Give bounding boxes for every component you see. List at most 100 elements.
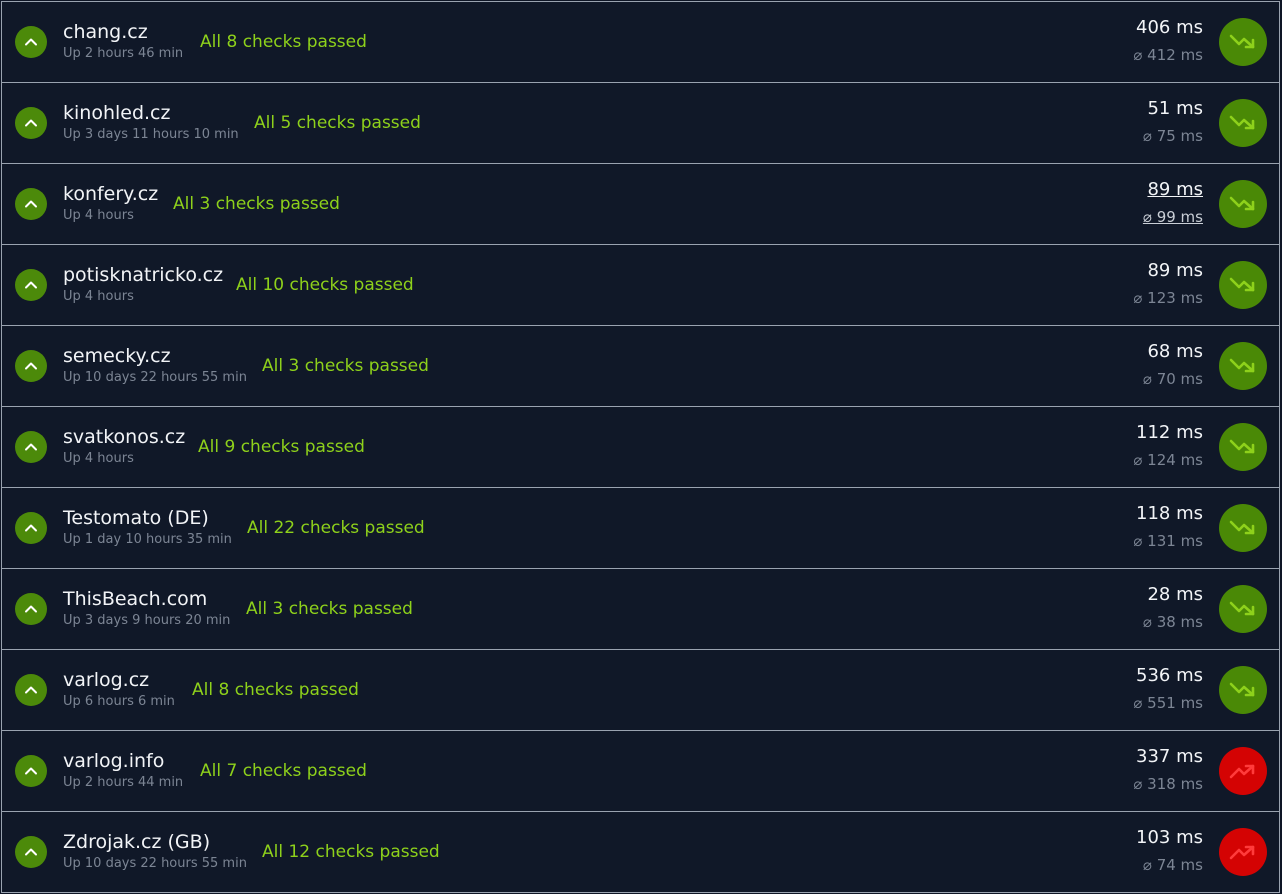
response-current: 28 ms — [1147, 584, 1203, 605]
chevron-up-icon — [15, 350, 47, 382]
uptime-text: Up 4 hours — [63, 208, 134, 223]
uptime-text: Up 10 days 22 hours 55 min — [63, 856, 247, 871]
monitor-info: Testomato (DE) Up 1 day 10 hours 35 min — [63, 506, 232, 549]
monitor-name[interactable]: svatkonos.cz — [63, 425, 185, 449]
monitor-info: potisknatricko.cz Up 4 hours — [63, 263, 223, 306]
uptime-text: Up 4 hours — [63, 289, 134, 304]
monitor-info: konfery.cz Up 4 hours — [63, 182, 158, 225]
trend-down-icon[interactable] — [1219, 585, 1267, 633]
response-average: ⌀ 99 ms — [1142, 208, 1203, 226]
checks-status[interactable]: All 5 checks passed — [254, 112, 421, 134]
uptime-text: Up 2 hours 46 min — [63, 46, 184, 61]
monitor-name[interactable]: Testomato (DE) — [63, 506, 232, 530]
chevron-up-icon — [15, 512, 47, 544]
response-average: ⌀ 131 ms — [1133, 532, 1203, 550]
trend-down-icon[interactable] — [1219, 504, 1267, 552]
response-average: ⌀ 74 ms — [1142, 856, 1203, 874]
monitor-row[interactable]: semecky.cz Up 10 days 22 hours 55 min Al… — [1, 326, 1280, 407]
monitor-row[interactable]: kinohled.cz Up 3 days 11 hours 10 min Al… — [1, 83, 1280, 164]
monitor-info: Zdrojak.cz (GB) Up 10 days 22 hours 55 m… — [63, 830, 247, 873]
checks-status[interactable]: All 7 checks passed — [200, 760, 367, 782]
chevron-up-icon — [15, 188, 47, 220]
monitor-info: varlog.info Up 2 hours 44 min — [63, 749, 183, 792]
response-current: 89 ms — [1147, 179, 1203, 200]
monitor-list: chang.cz Up 2 hours 46 min All 8 checks … — [1, 1, 1280, 893]
monitor-info: ThisBeach.com Up 3 days 9 hours 20 min — [63, 587, 230, 630]
checks-status[interactable]: All 22 checks passed — [247, 517, 425, 539]
trend-down-icon[interactable] — [1219, 180, 1267, 228]
checks-status[interactable]: All 9 checks passed — [198, 436, 365, 458]
monitor-row[interactable]: chang.cz Up 2 hours 46 min All 8 checks … — [1, 2, 1280, 83]
monitor-name[interactable]: varlog.info — [63, 749, 183, 773]
response-current: 103 ms — [1136, 827, 1203, 848]
checks-status[interactable]: All 8 checks passed — [200, 31, 367, 53]
monitor-name[interactable]: kinohled.cz — [63, 101, 239, 125]
monitor-name[interactable]: chang.cz — [63, 20, 183, 44]
response-time[interactable]: 28 ms ⌀ 38 ms — [1143, 583, 1203, 632]
checks-status[interactable]: All 3 checks passed — [262, 355, 429, 377]
trend-down-icon[interactable] — [1219, 342, 1267, 390]
trend-down-icon[interactable] — [1219, 666, 1267, 714]
response-time[interactable]: 68 ms ⌀ 70 ms — [1143, 340, 1203, 389]
response-time[interactable]: 89 ms ⌀ 99 ms — [1143, 178, 1203, 227]
monitor-row[interactable]: Testomato (DE) Up 1 day 10 hours 35 min … — [1, 488, 1280, 569]
chevron-up-icon — [15, 269, 47, 301]
response-average: ⌀ 75 ms — [1142, 127, 1203, 145]
monitor-name[interactable]: Zdrojak.cz (GB) — [63, 830, 247, 854]
trend-down-icon[interactable] — [1219, 423, 1267, 471]
checks-status[interactable]: All 12 checks passed — [262, 841, 440, 863]
trend-up-icon[interactable] — [1219, 747, 1267, 795]
checks-status[interactable]: All 3 checks passed — [246, 598, 413, 620]
response-time[interactable]: 112 ms ⌀ 124 ms — [1133, 421, 1203, 470]
checks-status[interactable]: All 10 checks passed — [236, 274, 414, 296]
response-average: ⌀ 318 ms — [1133, 775, 1203, 793]
response-current: 112 ms — [1136, 422, 1203, 443]
response-current: 51 ms — [1147, 98, 1203, 119]
monitor-row[interactable]: ThisBeach.com Up 3 days 9 hours 20 min A… — [1, 569, 1280, 650]
response-current: 118 ms — [1136, 503, 1203, 524]
chevron-up-icon — [15, 431, 47, 463]
monitor-info: semecky.cz Up 10 days 22 hours 55 min — [63, 344, 247, 387]
response-current: 68 ms — [1147, 341, 1203, 362]
response-time[interactable]: 337 ms ⌀ 318 ms — [1133, 745, 1203, 794]
response-time[interactable]: 118 ms ⌀ 131 ms — [1133, 502, 1203, 551]
response-time[interactable]: 406 ms ⌀ 412 ms — [1133, 16, 1203, 65]
chevron-up-icon — [15, 26, 47, 58]
monitor-name[interactable]: ThisBeach.com — [63, 587, 230, 611]
response-time[interactable]: 536 ms ⌀ 551 ms — [1133, 664, 1203, 713]
trend-down-icon[interactable] — [1219, 261, 1267, 309]
response-average: ⌀ 38 ms — [1142, 613, 1203, 631]
uptime-text: Up 3 days 11 hours 10 min — [63, 127, 239, 142]
uptime-text: Up 4 hours — [63, 451, 134, 466]
monitor-row[interactable]: varlog.cz Up 6 hours 6 min All 8 checks … — [1, 650, 1280, 731]
monitor-name[interactable]: potisknatricko.cz — [63, 263, 223, 287]
monitor-row[interactable]: konfery.cz Up 4 hours All 3 checks passe… — [1, 164, 1280, 245]
chevron-up-icon — [15, 755, 47, 787]
response-time[interactable]: 103 ms ⌀ 74 ms — [1136, 826, 1203, 875]
monitor-row[interactable]: varlog.info Up 2 hours 44 min All 7 chec… — [1, 731, 1280, 812]
uptime-text: Up 3 days 9 hours 20 min — [63, 613, 231, 628]
response-current: 89 ms — [1147, 260, 1203, 281]
monitor-row[interactable]: svatkonos.cz Up 4 hours All 9 checks pas… — [1, 407, 1280, 488]
response-time[interactable]: 51 ms ⌀ 75 ms — [1143, 97, 1203, 146]
monitor-info: varlog.cz Up 6 hours 6 min — [63, 668, 175, 711]
uptime-text: Up 1 day 10 hours 35 min — [63, 532, 232, 547]
monitor-info: chang.cz Up 2 hours 46 min — [63, 20, 183, 63]
monitor-name[interactable]: semecky.cz — [63, 344, 247, 368]
trend-down-icon[interactable] — [1219, 99, 1267, 147]
checks-status[interactable]: All 3 checks passed — [173, 193, 340, 215]
monitor-name[interactable]: varlog.cz — [63, 668, 175, 692]
monitor-row[interactable]: Zdrojak.cz (GB) Up 10 days 22 hours 55 m… — [1, 812, 1280, 893]
monitor-name[interactable]: konfery.cz — [63, 182, 158, 206]
response-average: ⌀ 123 ms — [1133, 289, 1203, 307]
trend-up-icon[interactable] — [1219, 828, 1267, 876]
response-time[interactable]: 89 ms ⌀ 123 ms — [1133, 259, 1203, 308]
checks-status[interactable]: All 8 checks passed — [192, 679, 359, 701]
monitor-info: svatkonos.cz Up 4 hours — [63, 425, 185, 468]
trend-down-icon[interactable] — [1219, 18, 1267, 66]
response-current: 406 ms — [1136, 17, 1203, 38]
response-average: ⌀ 124 ms — [1133, 451, 1203, 469]
chevron-up-icon — [15, 674, 47, 706]
monitor-row[interactable]: potisknatricko.cz Up 4 hours All 10 chec… — [1, 245, 1280, 326]
response-average: ⌀ 70 ms — [1142, 370, 1203, 388]
